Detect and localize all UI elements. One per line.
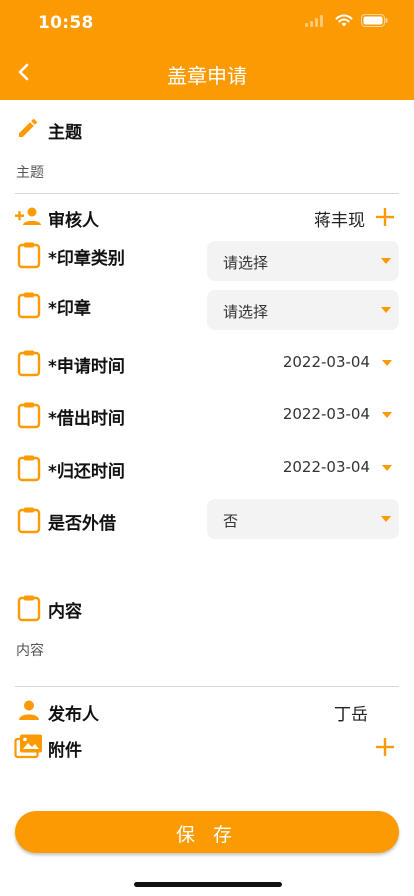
external-label: 是否外借 [48,514,116,534]
seal-label: *印章 [48,299,91,319]
content-label: 内容 [48,602,82,622]
clipboard-icon [17,455,41,482]
seal-value: 请选择 [223,303,269,321]
pencil-icon [19,118,38,137]
seal-type-select[interactable]: 请选择 [207,241,399,281]
header: 10:58 盖章申请 [0,0,414,100]
add-person-icon [15,207,41,225]
clipboard-icon [17,292,41,319]
return-time-value[interactable]: 2022-03-04 [283,458,370,476]
save-button[interactable]: 保 存 [15,811,399,853]
return-time-label: *归还时间 [48,462,125,482]
reviewer-value: 蒋丰现 [314,211,365,231]
borrow-time-value[interactable]: 2022-03-04 [283,405,370,423]
external-value: 否 [223,512,239,530]
plus-icon[interactable] [375,737,395,757]
caret-down-icon [381,307,391,313]
subject-input[interactable]: 主题 [16,162,44,182]
borrow-time-label: *借出时间 [48,409,125,429]
battery-icon [361,14,388,27]
wifi-icon [335,14,353,27]
seal-type-label: *印章类别 [48,249,125,269]
save-button-label: 保 存 [175,824,239,846]
apply-time-value[interactable]: 2022-03-04 [283,353,370,371]
subject-label: 主题 [48,123,82,143]
seal-type-value: 请选择 [223,254,269,272]
caret-down-icon [382,465,392,471]
attachment-label: 附件 [48,741,82,761]
publisher-value: 丁岳 [334,705,368,725]
images-icon [14,734,42,759]
plus-icon[interactable] [375,207,395,227]
publisher-label: 发布人 [48,705,99,725]
caret-down-icon [381,516,391,522]
caret-down-icon [381,258,391,264]
divider [15,193,399,194]
status-icons [305,14,388,27]
page-title: 盖章申请 [167,64,247,88]
divider [15,686,399,687]
content-input[interactable]: 内容 [16,640,44,660]
apply-time-label: *申请时间 [48,357,125,377]
external-select[interactable]: 否 [207,499,399,539]
person-icon [19,700,39,720]
status-time: 10:58 [38,13,94,33]
clipboard-icon [17,350,41,377]
clipboard-icon [17,595,41,622]
clipboard-icon [17,402,41,429]
home-indicator [134,882,282,887]
caret-down-icon [382,360,392,366]
clipboard-icon [17,242,41,269]
seal-select[interactable]: 请选择 [207,290,399,330]
caret-down-icon [382,412,392,418]
clipboard-icon [17,507,41,534]
reviewer-label: 审核人 [48,211,99,231]
signal-icon [305,14,323,27]
